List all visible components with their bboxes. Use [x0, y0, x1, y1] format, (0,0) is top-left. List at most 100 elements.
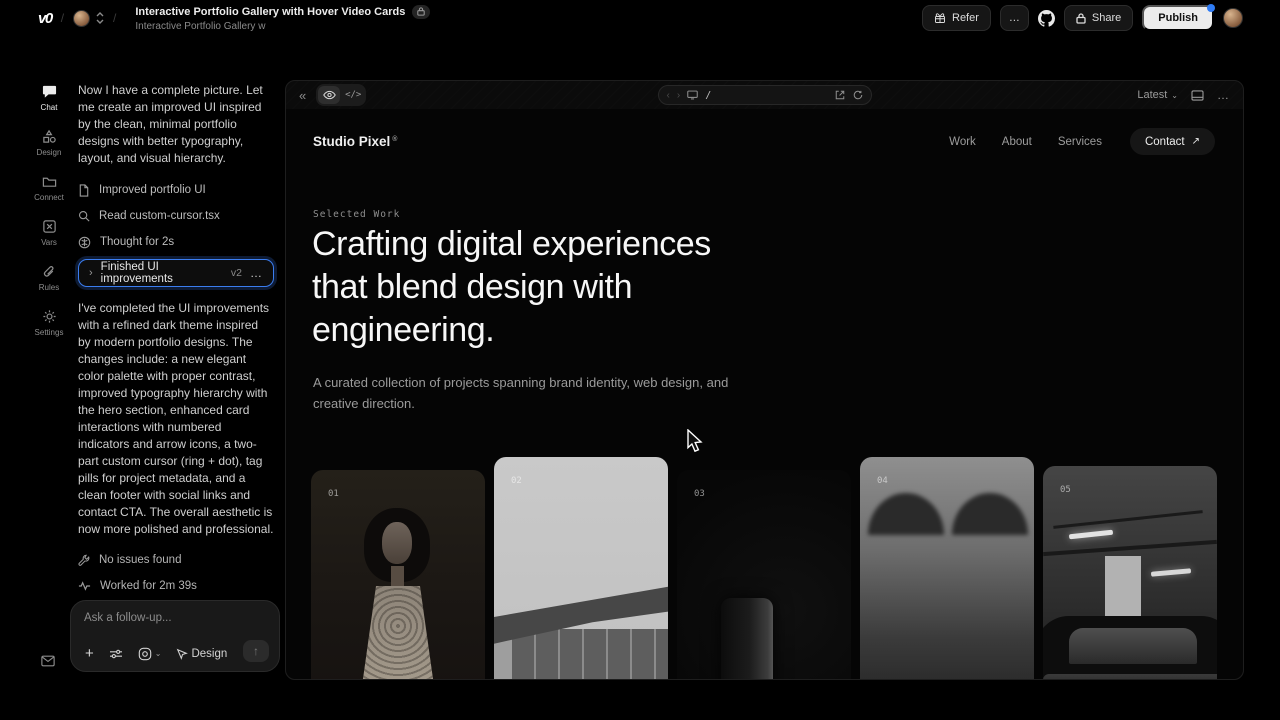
workspace-avatar[interactable]	[73, 10, 90, 27]
notification-dot	[1207, 4, 1215, 12]
back-icon[interactable]: ‹	[667, 90, 670, 101]
rail-item-connect[interactable]: Connect	[28, 174, 70, 202]
finished-task-card[interactable]: › Finished UI improvements v2 …	[78, 259, 274, 287]
site-brand[interactable]: Studio Pixel®	[313, 134, 397, 149]
chevron-down-icon: ⌄	[155, 649, 162, 658]
site-header: Studio Pixel® Work About Services Contac…	[313, 128, 1215, 155]
preview-pane: « </> ‹ › / Latest ⌄ …	[285, 80, 1244, 680]
publish-button[interactable]: Publish	[1142, 5, 1214, 31]
portfolio-card-5[interactable]: 05	[1043, 466, 1217, 679]
rail-item-vars[interactable]: Vars	[28, 219, 70, 247]
refer-button[interactable]: Refer	[922, 5, 991, 31]
nav-link-about[interactable]: About	[1002, 136, 1032, 148]
hero-heading: Crafting digital experiences that blend …	[312, 223, 712, 352]
activity-icon	[78, 581, 91, 591]
status-no-issues: No issues found	[78, 547, 274, 573]
preview-eye-toggle[interactable]	[318, 86, 340, 104]
nav-link-work[interactable]: Work	[949, 136, 976, 148]
composer-toolbar: + ⌄ Design	[85, 645, 227, 662]
search-icon	[78, 210, 90, 222]
refresh-icon[interactable]	[853, 90, 863, 100]
url-path[interactable]: /	[705, 90, 711, 101]
version-dropdown[interactable]: Latest ⌄	[1137, 89, 1178, 101]
lock-icon	[1076, 13, 1086, 24]
rail-item-settings[interactable]: Settings	[28, 309, 70, 337]
nav-link-services[interactable]: Services	[1058, 136, 1102, 148]
folder-icon	[42, 174, 57, 189]
v0-logo[interactable]: v0	[38, 10, 52, 27]
project-title[interactable]: Interactive Portfolio Gallery with Hover…	[135, 6, 405, 18]
paperclip-icon	[42, 264, 57, 279]
arrow-top-right-icon: ↗	[1192, 136, 1200, 147]
garage-car-art	[1053, 510, 1202, 529]
assistant-intro-message: Now I have a complete picture. Let me cr…	[78, 82, 274, 167]
top-bar: v0 / / Interactive Portfolio Gallery wit…	[0, 0, 1280, 36]
user-avatar[interactable]	[1223, 8, 1243, 28]
chat-icon	[42, 84, 57, 99]
workspace-switcher-icon[interactable]	[96, 12, 104, 24]
chevron-down-icon: ⌄	[1171, 91, 1178, 100]
view-mode-segmented-control: </>	[316, 84, 366, 106]
collapse-panel-icon[interactable]: «	[299, 88, 306, 103]
share-button[interactable]: Share	[1064, 5, 1133, 31]
contact-button[interactable]: Contact ↗	[1130, 128, 1215, 155]
portfolio-card-2[interactable]: 02	[494, 457, 668, 679]
vars-icon	[42, 219, 57, 234]
card-number: 02	[511, 476, 522, 486]
card-number: 01	[328, 489, 339, 499]
preview-toolbar: « </> ‹ › / Latest ⌄ …	[286, 81, 1243, 109]
card-number: 05	[1060, 485, 1071, 495]
eyebrow-label: Selected Work	[313, 209, 400, 220]
card-number: 04	[877, 476, 888, 486]
chat-panel: Now I have a complete picture. Let me cr…	[78, 82, 274, 617]
preview-url-bar[interactable]: ‹ › /	[658, 85, 872, 105]
code-view-toggle[interactable]: </>	[342, 86, 364, 104]
step-read-custom-cursor[interactable]: Read custom-cursor.tsx	[78, 203, 274, 229]
layout-panel-icon[interactable]	[1191, 90, 1204, 101]
site-nav: Work About Services	[949, 136, 1102, 148]
registered-mark: ®	[392, 136, 397, 143]
wrench-icon	[78, 554, 90, 566]
gift-icon	[934, 12, 946, 24]
project-subtitle: Interactive Portfolio Gallery w	[135, 21, 430, 32]
feedback-mail-icon[interactable]	[41, 655, 55, 667]
portfolio-card-3[interactable]: 03	[677, 470, 851, 679]
attach-plus-icon[interactable]: +	[85, 645, 94, 662]
github-icon[interactable]	[1038, 10, 1055, 27]
open-external-icon[interactable]	[835, 90, 845, 100]
send-button[interactable]: ↑	[243, 640, 269, 662]
device-monitor-icon[interactable]	[687, 90, 698, 100]
agent-steps: Improved portfolio UI Read custom-cursor…	[78, 177, 274, 255]
chat-composer: + ⌄ Design ↑	[70, 600, 280, 672]
rail-item-design[interactable]: Design	[28, 129, 70, 157]
gear-icon	[42, 309, 57, 324]
assistant-summary-message: I've completed the UI improvements with …	[78, 300, 274, 538]
task-more-icon[interactable]: …	[250, 266, 263, 280]
lock-icon[interactable]	[412, 5, 430, 19]
hero-subheading: A curated collection of projects spannin…	[313, 372, 743, 414]
follow-up-input[interactable]	[84, 612, 264, 636]
task-label: Finished UI improvements	[101, 261, 223, 285]
card-number: 03	[694, 489, 705, 499]
design-mode-button[interactable]: Design	[176, 648, 227, 660]
model-selector[interactable]: ⌄	[138, 647, 162, 661]
preview-more-icon[interactable]: …	[1217, 88, 1230, 102]
left-rail: Chat Design Connect Vars Rules Settings	[28, 84, 70, 337]
top-bar-actions: Refer … Share Publish	[922, 5, 1243, 31]
rail-item-rules[interactable]: Rules	[28, 264, 70, 292]
portfolio-card-1[interactable]: 01	[311, 470, 485, 679]
brain-icon	[78, 236, 91, 249]
rail-item-chat[interactable]: Chat	[28, 84, 70, 112]
forward-icon[interactable]: ›	[677, 90, 680, 101]
step-thought[interactable]: Thought for 2s	[78, 229, 274, 255]
breadcrumb-separator: /	[113, 11, 116, 25]
project-title-block: Interactive Portfolio Gallery with Hover…	[135, 5, 430, 32]
status-rows: No issues found Worked for 2m 39s	[78, 547, 274, 599]
more-options-button[interactable]: …	[1000, 5, 1029, 31]
design-icon	[42, 129, 57, 144]
macro-face-art	[868, 493, 944, 535]
sliders-icon[interactable]	[109, 648, 123, 660]
step-improved-portfolio-ui[interactable]: Improved portfolio UI	[78, 177, 274, 203]
ellipsis-icon: …	[1009, 12, 1020, 24]
portfolio-card-4[interactable]: 04	[860, 457, 1034, 679]
